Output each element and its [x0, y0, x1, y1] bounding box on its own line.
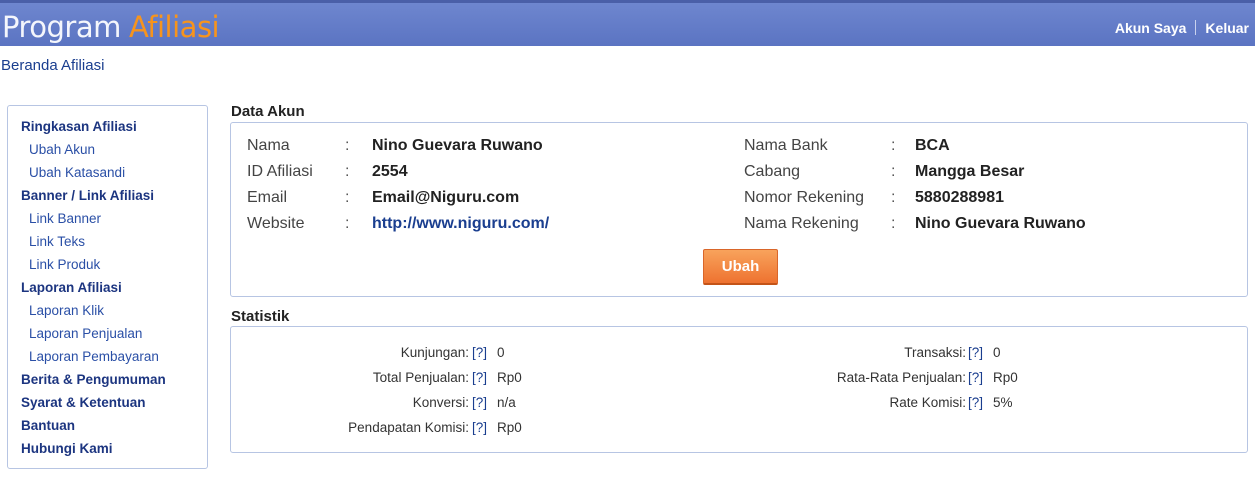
sidebar-item-link-produk[interactable]: Link Produk: [21, 256, 207, 279]
stat-label: Rata-Rata Penjualan:: [836, 370, 966, 385]
account-colon: :: [345, 189, 350, 206]
account-colon: :: [345, 215, 350, 232]
account-value: 2554: [372, 163, 408, 180]
account-link[interactable]: Akun Saya: [1115, 20, 1187, 36]
account-colon: :: [891, 137, 896, 154]
stat-row-average-sales: Rata-Rata Penjualan: [?] Rp0: [231, 368, 1048, 388]
account-panel: Nama : Nino Guevara Ruwano ID Afiliasi :…: [230, 122, 1248, 297]
sidebar-item-laporan-afiliasi[interactable]: Laporan Afiliasi: [21, 279, 207, 302]
account-colon: :: [891, 215, 896, 232]
stat-label: Pendapatan Komisi:: [348, 420, 469, 435]
stat-row-commission-rate: Rate Komisi: [?] 5%: [231, 393, 1048, 413]
stat-row-transactions: Transaksi: [?] 0: [231, 343, 1048, 363]
stat-row-commission-earnings: Pendapatan Komisi: [?] Rp0: [231, 418, 551, 438]
sidebar-item-laporan-pembayaran[interactable]: Laporan Pembayaran: [21, 348, 207, 371]
top-links-divider: [1195, 20, 1197, 35]
account-label: Email: [247, 189, 288, 206]
account-value: Email@Niguru.com: [372, 189, 520, 206]
sidebar-item-bantuan[interactable]: Bantuan: [21, 417, 207, 440]
stat-label: Rate Komisi:: [889, 395, 966, 410]
edit-account-button[interactable]: Ubah: [703, 249, 778, 285]
account-label: ID Afiliasi: [247, 163, 313, 180]
brand-text-afiliasi: Afiliasi: [128, 10, 220, 44]
sidebar-item-laporan-penjualan[interactable]: Laporan Penjualan: [21, 325, 207, 348]
stat-value: Rp0: [993, 370, 1018, 385]
account-label: Nama Bank: [744, 137, 828, 154]
sidebar-item-hubungi-kami[interactable]: Hubungi Kami: [21, 440, 207, 463]
sidebar-item-ubah-katasandi[interactable]: Ubah Katasandi: [21, 164, 207, 187]
sidebar-item-banner-link-afiliasi[interactable]: Banner / Link Afiliasi: [21, 187, 207, 210]
account-value: Nino Guevara Ruwano: [915, 215, 1086, 232]
help-link[interactable]: [?]: [472, 418, 487, 438]
account-section-title: Data Akun: [231, 103, 305, 120]
sidebar-item-laporan-klik[interactable]: Laporan Klik: [21, 302, 207, 325]
account-label: Nama Rekening: [744, 215, 859, 232]
account-colon: :: [345, 137, 350, 154]
stat-value: Rp0: [497, 420, 522, 435]
sidebar-item-berita-pengumuman[interactable]: Berita & Pengumuman: [21, 371, 207, 394]
help-link[interactable]: [?]: [968, 343, 983, 363]
account-label: Nomor Rekening: [744, 189, 865, 206]
stats-panel: Kunjungan: [?] 0 Total Penjualan: [?] Rp…: [230, 326, 1248, 453]
account-colon: :: [891, 163, 896, 180]
account-value: 5880288981: [915, 189, 1004, 206]
sidebar-item-ubah-akun[interactable]: Ubah Akun: [21, 141, 207, 164]
logout-link[interactable]: Keluar: [1205, 20, 1249, 36]
account-colon: :: [345, 163, 350, 180]
account-label: Nama: [247, 137, 290, 154]
brand-logo[interactable]: Program Afiliasi: [2, 9, 220, 45]
stat-label: Transaksi:: [904, 345, 966, 360]
stats-section-title: Statistik: [231, 308, 290, 325]
account-value: BCA: [915, 137, 950, 154]
top-bar: Program Afiliasi Akun Saya Keluar: [0, 0, 1255, 46]
brand-text-program: Program: [2, 10, 121, 44]
top-links: Akun Saya Keluar: [1115, 20, 1249, 36]
website-link[interactable]: http://www.niguru.com/: [372, 213, 549, 235]
stat-value: 0: [993, 345, 1001, 360]
sidebar-item-link-banner[interactable]: Link Banner: [21, 210, 207, 233]
account-label: Cabang: [744, 163, 801, 180]
sidebar-item-syarat-ketentuan[interactable]: Syarat & Ketentuan: [21, 394, 207, 417]
stat-value: 5%: [993, 395, 1013, 410]
sidebar-item-ringkasan-afiliasi[interactable]: Ringkasan Afiliasi: [21, 118, 207, 141]
help-link[interactable]: [?]: [968, 393, 983, 413]
account-colon: :: [891, 189, 896, 206]
sidebar-menu: Ringkasan Afiliasi Ubah Akun Ubah Katasa…: [7, 105, 208, 469]
account-label: Website: [247, 215, 305, 232]
account-value: Nino Guevara Ruwano: [372, 137, 543, 154]
breadcrumb[interactable]: Beranda Afiliasi: [1, 57, 104, 74]
sidebar-item-link-teks[interactable]: Link Teks: [21, 233, 207, 256]
help-link[interactable]: [?]: [968, 368, 983, 388]
account-value: Mangga Besar: [915, 163, 1025, 180]
